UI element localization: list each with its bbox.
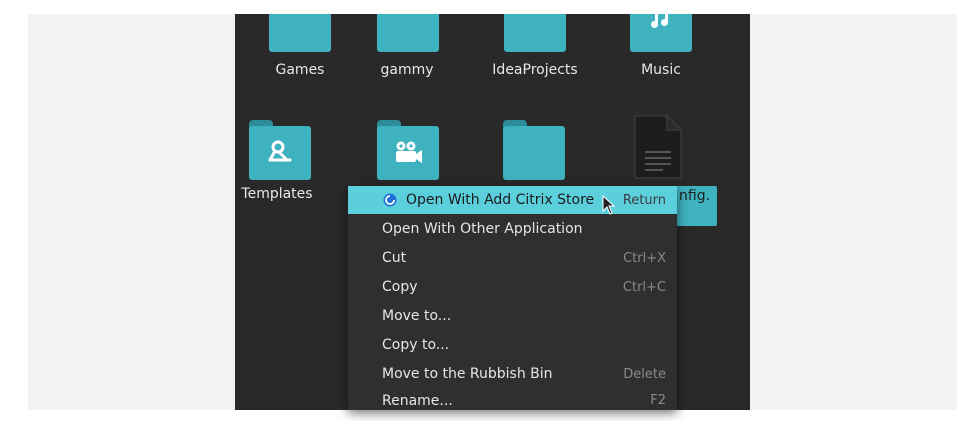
menu-item-rename[interactable]: Rename... F2 bbox=[348, 389, 677, 410]
folder-icon bbox=[503, 120, 565, 180]
menu-item-cut[interactable]: Cut Ctrl+X bbox=[348, 244, 677, 272]
menu-item-label: Rename... bbox=[382, 393, 453, 409]
folder-music[interactable]: Music bbox=[611, 14, 711, 84]
menu-item-copy[interactable]: Copy Ctrl+C bbox=[348, 273, 677, 301]
menu-item-label: Open With Other Application bbox=[382, 221, 583, 237]
text-document-icon bbox=[633, 114, 683, 179]
folder-icon bbox=[269, 14, 331, 52]
folder-label: gammy bbox=[380, 62, 434, 78]
menu-item-label: Move to... bbox=[382, 308, 452, 324]
folder-label: Music bbox=[641, 62, 681, 78]
menu-item-open-with-other[interactable]: Open With Other Application bbox=[348, 215, 677, 243]
folder-gammy[interactable]: gammy bbox=[377, 14, 477, 84]
folder-icon bbox=[249, 120, 311, 180]
menu-item-label: Move to the Rubbish Bin bbox=[382, 366, 553, 382]
folder-label: Games bbox=[275, 62, 325, 78]
folder-templates[interactable]: Templates bbox=[235, 120, 335, 210]
menu-item-shortcut: Ctrl+X bbox=[623, 250, 666, 266]
folder-icon bbox=[630, 14, 692, 52]
template-icon bbox=[249, 136, 311, 168]
video-camera-icon bbox=[377, 136, 439, 168]
menu-item-label: Cut bbox=[382, 250, 407, 266]
menu-item-move-to[interactable]: Move to... bbox=[348, 302, 677, 330]
menu-item-shortcut: Delete bbox=[623, 366, 666, 382]
mouse-pointer-icon bbox=[602, 194, 616, 215]
menu-item-shortcut: F2 bbox=[650, 393, 666, 408]
menu-item-shortcut: Return bbox=[622, 192, 666, 208]
folder-label: Templates bbox=[241, 186, 313, 202]
folder-ideaprojects[interactable]: IdeaProjects bbox=[483, 14, 583, 84]
menu-item-label: Open With Add Citrix Store bbox=[406, 192, 595, 208]
context-menu: Open With Add Citrix Store Return Open W… bbox=[348, 186, 677, 410]
selected-file-label: nfig. bbox=[675, 186, 717, 226]
folder-label: IdeaProjects bbox=[492, 62, 578, 78]
menu-item-label: Copy bbox=[382, 279, 418, 295]
menu-item-move-to-rubbish-bin[interactable]: Move to the Rubbish Bin Delete bbox=[348, 360, 677, 388]
music-note-icon bbox=[630, 14, 692, 34]
folder-icon bbox=[377, 120, 439, 180]
menu-item-shortcut: Ctrl+C bbox=[622, 279, 666, 295]
menu-item-copy-to[interactable]: Copy to... bbox=[348, 331, 677, 359]
citrix-icon bbox=[383, 193, 397, 207]
menu-item-label: Copy to... bbox=[382, 337, 450, 353]
menu-item-open-with-citrix[interactable]: Open With Add Citrix Store Return bbox=[348, 186, 677, 214]
folder-icon bbox=[504, 14, 566, 52]
folder-games[interactable]: Games bbox=[250, 14, 350, 84]
folder-icon bbox=[377, 14, 439, 52]
